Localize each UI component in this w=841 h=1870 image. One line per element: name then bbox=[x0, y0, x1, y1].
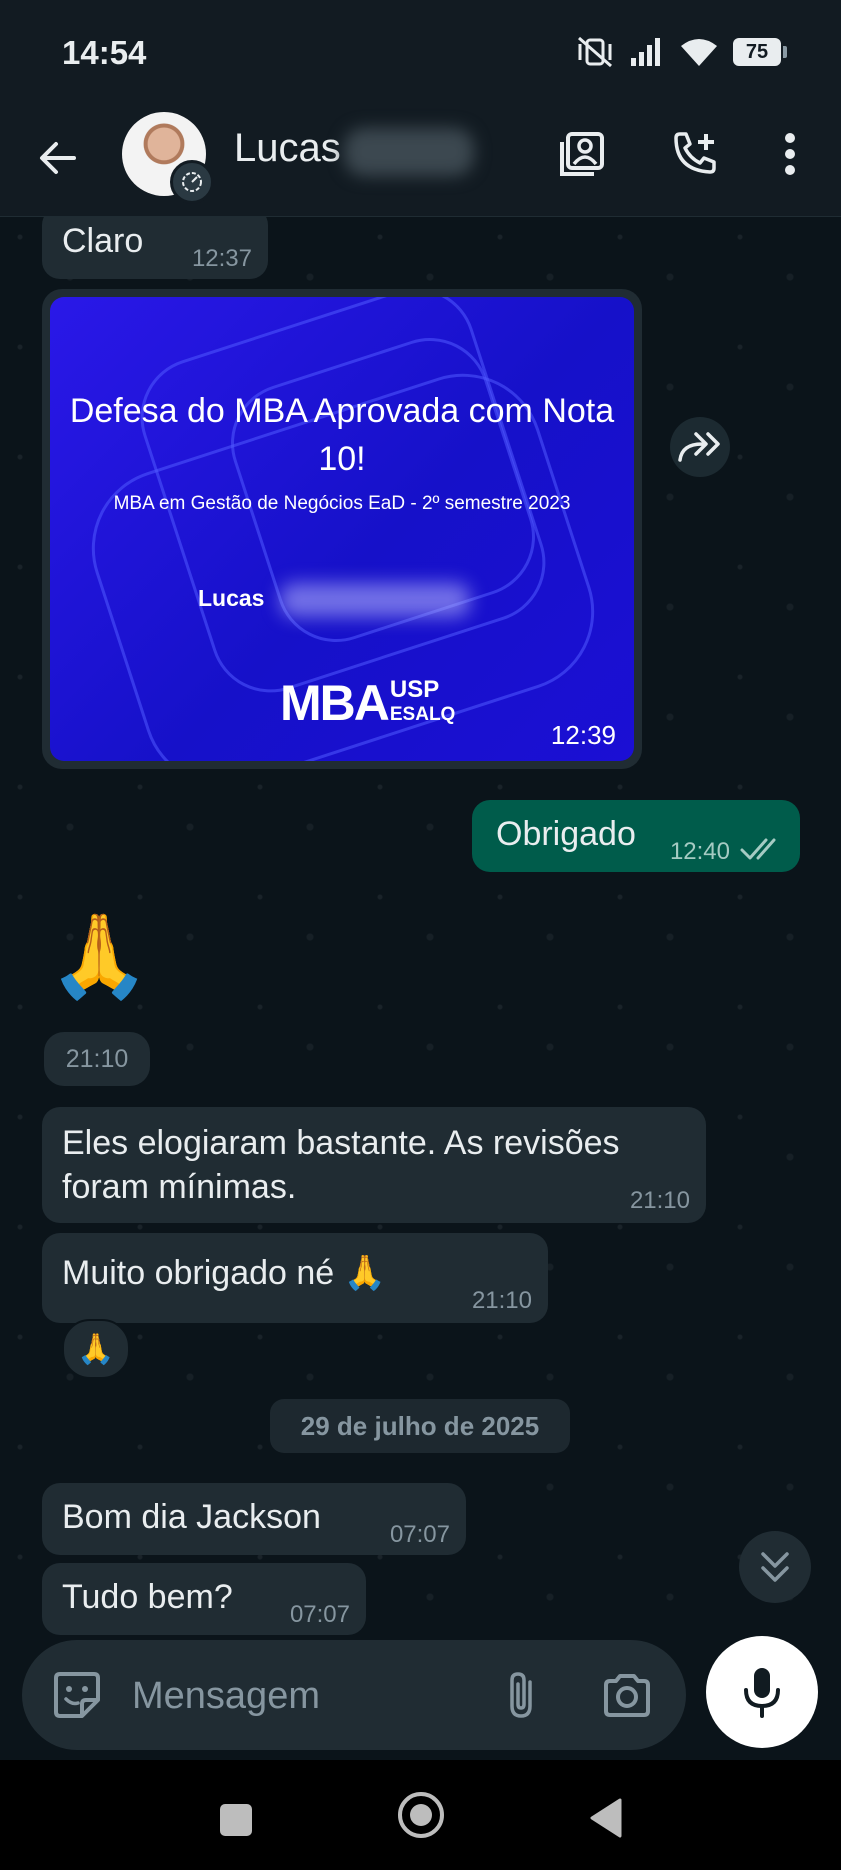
contact-surname-blurred bbox=[344, 128, 474, 176]
message-text: Claro bbox=[62, 222, 144, 260]
sticker-icon bbox=[54, 1672, 100, 1718]
contact-card-icon bbox=[560, 132, 604, 176]
forward-icon bbox=[678, 432, 720, 462]
back-button[interactable] bbox=[30, 130, 86, 186]
chat-messages-area[interactable]: Claro 12:37 Defesa do MBA Aprovada com N… bbox=[0, 217, 841, 1641]
message-time: 21:10 bbox=[471, 1287, 532, 1314]
status-time: 14:54 bbox=[62, 34, 147, 71]
message-bubble[interactable]: Claro 12:37 bbox=[42, 217, 268, 279]
message-text: Muito obrigado né 🙏 bbox=[62, 1254, 386, 1292]
shared-image[interactable]: Defesa do MBA Aprovada com Nota 10! MBA … bbox=[50, 297, 634, 761]
video-call-button[interactable] bbox=[552, 124, 612, 184]
logo-main: MBA bbox=[280, 675, 390, 731]
system-navigation-bar bbox=[0, 1760, 841, 1870]
voice-record-button[interactable] bbox=[706, 1636, 818, 1748]
message-time: 21:10 bbox=[44, 1032, 150, 1086]
message-text: Eles elogiaram bastante. As revisões for… bbox=[62, 1124, 620, 1206]
sticker-button[interactable] bbox=[48, 1666, 106, 1724]
status-timer-badge bbox=[170, 160, 214, 204]
emoji-message[interactable]: 🙏 bbox=[48, 907, 150, 1007]
contact-name[interactable]: Lucas bbox=[234, 126, 341, 171]
back-arrow-icon bbox=[40, 142, 76, 174]
message-time: 07:07 bbox=[289, 1601, 350, 1628]
logo-bottom: ESALQ bbox=[389, 704, 456, 725]
attach-button[interactable] bbox=[492, 1666, 550, 1724]
message-input[interactable] bbox=[130, 1660, 494, 1732]
message-text: Tudo bem? bbox=[62, 1578, 233, 1616]
image-subtitle: MBA em Gestão de Negócios EaD - 2º semes… bbox=[113, 493, 571, 514]
message-bubble[interactable]: Eles elogiaram bastante. As revisões for… bbox=[42, 1107, 706, 1223]
message-time: 07:07 bbox=[389, 1521, 450, 1548]
double-chevron-down-icon bbox=[761, 1552, 789, 1582]
forward-button[interactable] bbox=[670, 417, 730, 477]
recents-button[interactable] bbox=[206, 1790, 266, 1850]
image-title: Defesa do MBA Aprovada com Nota 10! bbox=[69, 392, 615, 478]
chat-header: Lucas bbox=[0, 100, 841, 217]
message-bubble[interactable]: Muito obrigado né 🙏 21:10 bbox=[42, 1233, 548, 1323]
status-bar: 14:54 75 bbox=[0, 0, 841, 100]
message-reaction[interactable]: 🙏 bbox=[62, 1319, 130, 1379]
message-time: 12:37 bbox=[191, 245, 252, 272]
message-bubble-outgoing[interactable]: Obrigado 12:40 bbox=[472, 800, 800, 872]
phone-add-icon bbox=[674, 132, 716, 174]
message-time: 21:10 bbox=[629, 1187, 690, 1214]
battery-indicator: 75 bbox=[733, 38, 787, 66]
voice-call-button[interactable] bbox=[664, 124, 724, 184]
message-bubble[interactable]: Tudo bem? 07:07 bbox=[42, 1563, 366, 1635]
timer-icon bbox=[182, 172, 202, 192]
back-nav-button[interactable] bbox=[576, 1788, 636, 1848]
message-time: 12:39 bbox=[550, 720, 616, 750]
mba-usp-logo: MBA USP ESALQ bbox=[280, 675, 456, 731]
paperclip-icon bbox=[510, 1672, 532, 1718]
date-separator: 29 de julho de 2025 bbox=[270, 1399, 570, 1453]
image-person-name: Lucas bbox=[198, 585, 265, 611]
signal-icon bbox=[631, 38, 660, 66]
home-button[interactable] bbox=[390, 1784, 452, 1846]
triangle-back-icon bbox=[590, 1798, 622, 1838]
vibrate-off-icon bbox=[578, 36, 612, 68]
message-composer bbox=[22, 1640, 686, 1750]
message-text: Obrigado bbox=[496, 815, 636, 853]
home-circle-icon bbox=[398, 1792, 444, 1838]
more-options-button[interactable] bbox=[770, 124, 810, 184]
more-vertical-icon bbox=[785, 133, 795, 175]
avatar[interactable] bbox=[122, 112, 214, 204]
message-bubble[interactable]: Bom dia Jackson 07:07 bbox=[42, 1483, 466, 1555]
message-time: 12:40 bbox=[669, 838, 730, 865]
read-receipt-icon bbox=[740, 838, 776, 860]
microphone-icon bbox=[744, 1668, 780, 1718]
status-icons: 75 bbox=[575, 30, 787, 74]
message-text: Bom dia Jackson bbox=[62, 1498, 321, 1536]
camera-icon bbox=[604, 1674, 650, 1717]
square-icon bbox=[220, 1804, 252, 1836]
camera-button[interactable] bbox=[598, 1666, 656, 1724]
logo-top: USP bbox=[389, 676, 440, 703]
image-surname-blurred bbox=[280, 583, 470, 617]
scroll-to-bottom-button[interactable] bbox=[739, 1531, 811, 1603]
wifi-icon bbox=[681, 39, 717, 66]
image-message[interactable]: Defesa do MBA Aprovada com Nota 10! MBA … bbox=[42, 289, 642, 769]
